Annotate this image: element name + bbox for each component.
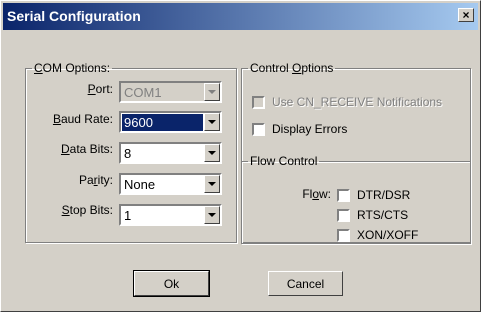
ok-button[interactable]: Ok <box>133 270 210 297</box>
checkbox-box[interactable] <box>337 188 350 202</box>
display-errors-label: Display Errors <box>272 122 348 136</box>
serial-configuration-dialog: Serial Configuration × COM Options: Port… <box>0 0 481 312</box>
chevron-down-icon[interactable] <box>204 175 220 193</box>
parity-label: Parity: <box>78 173 113 187</box>
window-title: Serial Configuration <box>7 8 141 24</box>
xon-xoff-checkbox[interactable]: XON/XOFF <box>337 228 418 242</box>
stop-bits-value: 1 <box>124 208 132 223</box>
stop-bits-label: Stop Bits: <box>61 203 113 217</box>
data-bits-select[interactable]: 8 <box>119 142 222 164</box>
data-bits-value: 8 <box>124 146 132 161</box>
rts-cts-label: RTS/CTS <box>357 208 409 222</box>
xon-xoff-label: XON/XOFF <box>357 228 419 242</box>
checkbox-box[interactable] <box>252 122 265 136</box>
checkbox-box[interactable] <box>337 208 350 222</box>
cancel-button[interactable]: Cancel <box>268 271 343 296</box>
chevron-down-icon[interactable] <box>204 206 220 224</box>
chevron-down-icon[interactable] <box>204 113 220 131</box>
dtr-dsr-label: DTR/DSR <box>357 188 411 202</box>
display-errors-checkbox[interactable]: Display Errors <box>252 122 347 136</box>
baud-rate-label: Baud Rate: <box>52 112 113 126</box>
close-icon: × <box>462 8 470 22</box>
parity-value: None <box>124 177 156 192</box>
flow-label: Flow: <box>302 187 331 201</box>
title-bar[interactable]: Serial Configuration × <box>3 3 478 30</box>
port-value: COM1 <box>124 85 162 100</box>
use-cn-receive-checkbox[interactable]: Use CN_RECEIVE Notifications <box>252 95 442 109</box>
port-label: Port: <box>87 82 113 96</box>
checkbox-box[interactable] <box>337 228 350 242</box>
flow-control-legend: Flow Control <box>250 154 318 168</box>
close-button[interactable]: × <box>458 8 474 22</box>
baud-rate-select[interactable]: 9600 <box>119 111 222 133</box>
parity-select[interactable]: None <box>119 173 222 195</box>
com-options-legend: COM Options: <box>34 61 111 75</box>
control-options-legend: Control Options <box>250 61 334 75</box>
chevron-down-icon[interactable] <box>204 144 220 162</box>
dtr-dsr-checkbox[interactable]: DTR/DSR <box>337 188 410 202</box>
data-bits-label: Data Bits: <box>60 142 113 156</box>
chevron-down-icon[interactable] <box>204 83 220 101</box>
stop-bits-select[interactable]: 1 <box>119 204 222 226</box>
checkbox-box[interactable] <box>252 95 265 109</box>
port-select[interactable]: COM1 <box>119 81 222 103</box>
baud-rate-value: 9600 <box>122 114 203 131</box>
rts-cts-checkbox[interactable]: RTS/CTS <box>337 208 408 222</box>
use-cn-receive-label: Use CN_RECEIVE Notifications <box>272 95 443 109</box>
